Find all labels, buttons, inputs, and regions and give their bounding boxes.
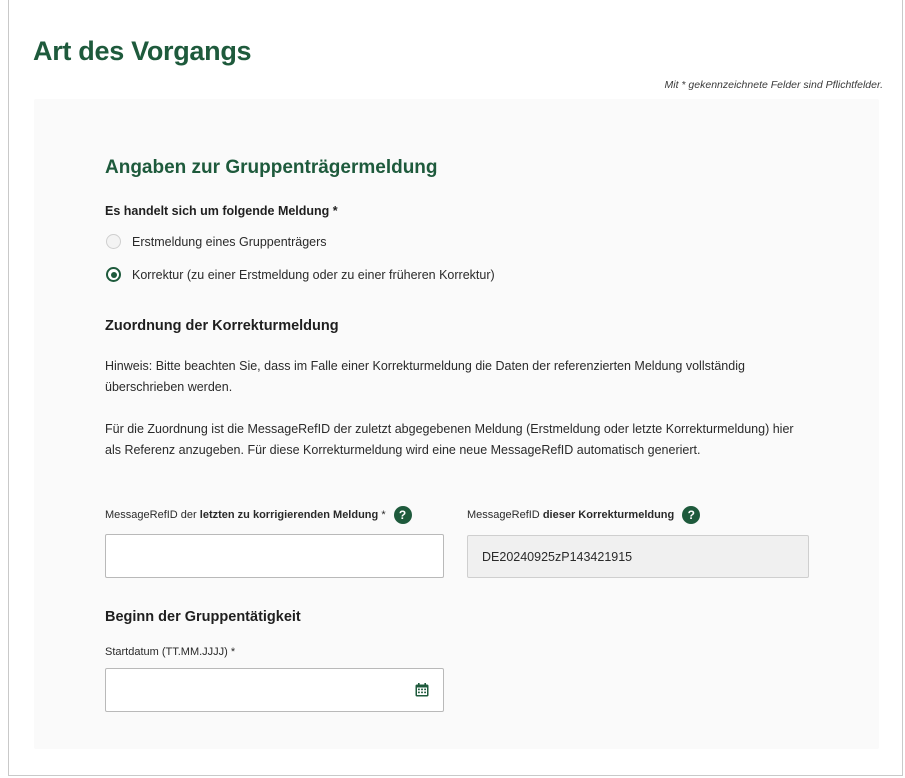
radio-checked-icon[interactable]: [106, 267, 121, 282]
required-fields-note: Mit * gekennzeichnete Felder sind Pflich…: [664, 79, 883, 91]
start-date-input[interactable]: [105, 668, 444, 712]
new-ref-id-label: MessageRefID dieser Korrekturmeldung ?: [467, 506, 701, 524]
correction-heading: Zuordnung der Korrekturmeldung: [105, 318, 339, 334]
report-type-question: Es handelt sich um folgende Meldung *: [105, 204, 338, 218]
page-title: Art des Vorgangs: [33, 36, 252, 66]
new-ref-id-field: DE20240925zP143421915: [467, 535, 809, 578]
ref-id-label: MessageRefID der letzten zu korrigierend…: [105, 506, 412, 524]
help-icon[interactable]: ?: [682, 506, 701, 524]
radio-option-initial-report[interactable]: Erstmeldung eines Gruppenträgers: [106, 234, 327, 249]
radio-unchecked-icon[interactable]: [106, 234, 121, 249]
ref-id-input[interactable]: [105, 534, 444, 578]
start-heading: Beginn der Gruppentätigkeit: [105, 609, 301, 625]
radio-option-correction[interactable]: Korrektur (zu einer Erstmeldung oder zu …: [106, 267, 495, 282]
help-icon[interactable]: ?: [393, 506, 412, 524]
correction-hint: Hinweis: Bitte beachten Sie, dass im Fal…: [105, 359, 745, 394]
radio-option-label: Erstmeldung eines Gruppenträgers: [132, 234, 327, 249]
radio-option-label: Korrektur (zu einer Erstmeldung oder zu …: [132, 267, 495, 282]
start-date-label: Startdatum (TT.MM.JJJJ) *: [105, 646, 236, 658]
calendar-icon[interactable]: [415, 683, 429, 697]
correction-info: Für die Zuordnung ist die MessageRefID d…: [105, 422, 794, 457]
section-title: Angaben zur Gruppenträgermeldung: [105, 157, 438, 178]
